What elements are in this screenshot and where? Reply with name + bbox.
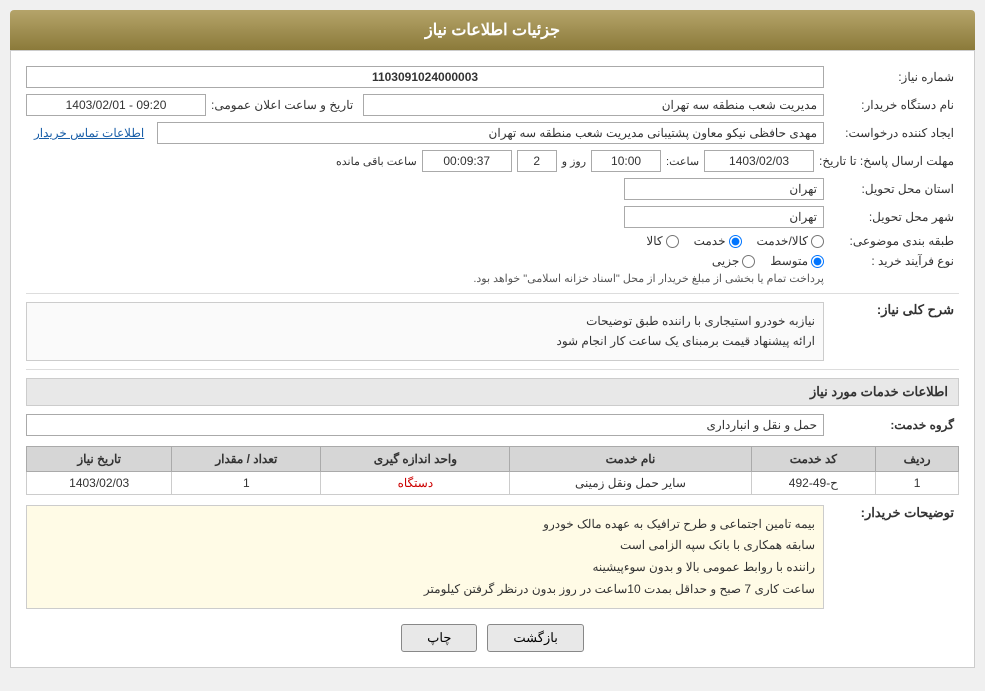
button-row: بازگشت چاپ <box>26 624 959 652</box>
value-shahr: تهران <box>624 206 824 228</box>
label-kala: کالا <box>646 234 662 248</box>
label-noeFarayand: نوع فرآیند خرید : <box>829 254 959 268</box>
value-grouhKhadamat: حمل و نقل و انبارداری <box>26 414 824 436</box>
label-ostan: استان محل تحویل: <box>829 182 959 196</box>
table-row: 1 ح-49-492 سایر حمل ونقل زمینی دستگاه 1 … <box>27 471 959 494</box>
label-motavaset: متوسط <box>770 254 808 268</box>
value-mohlat-date: 1403/02/03 <box>704 150 814 172</box>
td-namKhadamat: سایر حمل ونقل زمینی <box>510 471 751 494</box>
radio-kala-khadamat-input[interactable] <box>811 235 824 248</box>
sharh-line1: نیازبه خودرو استیجاری با راننده طبق توضی… <box>35 311 815 331</box>
label-shahr: شهر محل تحویل: <box>829 210 959 224</box>
chap-button[interactable]: چاپ <box>401 624 477 652</box>
radio-motavaset[interactable]: متوسط <box>770 254 824 268</box>
th-vahed: واحد اندازه گیری <box>321 446 510 471</box>
label-namDastgah: نام دستگاه خریدار: <box>829 98 959 112</box>
th-tedad: تعداد / مقدار <box>172 446 321 471</box>
radio-kala[interactable]: کالا <box>646 234 678 248</box>
label-ijadKonande: ایجاد کننده درخواست: <box>829 126 959 140</box>
tozihat-line4: ساعت کاری 7 صبح و حداقل بمدت 10ساعت در ر… <box>35 579 815 601</box>
value-mohlat-baghi: 00:09:37 <box>422 150 512 172</box>
radio-kala-input[interactable] <box>666 235 679 248</box>
label-tozihat: توضیحات خریدار: <box>829 505 959 521</box>
link-etelaatTamas[interactable]: اطلاعات تماس خریدار <box>26 126 152 140</box>
label-mohlat: مهلت ارسال پاسخ: تا تاریخ: <box>819 154 959 168</box>
label-tarikh: تاریخ و ساعت اعلان عمومی: <box>211 98 358 112</box>
value-mohlat-saat: 10:00 <box>591 150 661 172</box>
label-grouhKhadamat: گروه خدمت: <box>829 418 959 432</box>
td-kodKhadamat: ح-49-492 <box>751 471 876 494</box>
tozihat-line2: سابقه همکاری با بانک سپه الزامی است <box>35 535 815 557</box>
value-mohlat-roz: 2 <box>517 150 557 172</box>
label-mohlat-baghi: ساعت باقی مانده <box>336 155 417 168</box>
label-tabaghe: طبقه بندی موضوعی: <box>829 234 959 248</box>
td-vahed: دستگاه <box>321 471 510 494</box>
radio-khadamat[interactable]: خدمت <box>694 234 742 248</box>
value-shomareNiaz: 1103091024000003 <box>26 66 824 88</box>
radio-khadamat-input[interactable] <box>729 235 742 248</box>
td-tedad: 1 <box>172 471 321 494</box>
sharh-kolli-box: نیازبه خودرو استیجاری با راننده طبق توضی… <box>26 302 824 361</box>
td-radif: 1 <box>876 471 959 494</box>
value-ijadKonande: مهدی حافظی نیکو معاون پشتیبانی مدیریت شع… <box>157 122 824 144</box>
td-tarikh: 1403/02/03 <box>27 471 172 494</box>
label-mohlat-roz: روز و <box>562 155 586 168</box>
noeFarayand-description: پرداخت تمام یا بخشی از مبلغ خریدار از مح… <box>26 272 824 285</box>
service-table: ردیف کد خدمت نام خدمت واحد اندازه گیری ت… <box>26 446 959 495</box>
tabaghe-radio-group: کالا/خدمت خدمت کالا <box>646 234 824 248</box>
value-ostan: تهران <box>624 178 824 200</box>
th-kodKhadamat: کد خدمت <box>751 446 876 471</box>
value-namDastgah: مدیریت شعب منطقه سه تهران <box>363 94 824 116</box>
label-mohlat-saat: ساعت: <box>666 155 699 168</box>
sharh-line2: ارائه پیشنهاد قیمت برمبنای یک ساعت کار ا… <box>35 331 815 351</box>
th-namKhadamat: نام خدمت <box>510 446 751 471</box>
label-kala-khadamat: کالا/خدمت <box>757 234 808 248</box>
tozihat-line3: راننده با روابط عمومی بالا و بدون سوءپیش… <box>35 557 815 579</box>
th-radif: ردیف <box>876 446 959 471</box>
radio-motavaset-input[interactable] <box>811 255 824 268</box>
bazgasht-button[interactable]: بازگشت <box>487 624 583 652</box>
th-tarikh: تاریخ نیاز <box>27 446 172 471</box>
noeFarayand-radio-group: متوسط جزیی <box>26 254 824 268</box>
label-khadamat: خدمت <box>694 234 726 248</box>
radio-kala-khadamat[interactable]: کالا/خدمت <box>757 234 824 248</box>
radio-jozi[interactable]: جزیی <box>712 254 755 268</box>
label-jozi: جزیی <box>712 254 739 268</box>
radio-jozi-input[interactable] <box>742 255 755 268</box>
label-sharhKolli: شرح کلی نیاز: <box>829 302 959 318</box>
section-khadamat: اطلاعات خدمات مورد نیاز <box>26 378 959 406</box>
tozihat-line1: بیمه تامین اجتماعی و طرح ترافیک به عهده … <box>35 514 815 536</box>
buyer-notes-box: بیمه تامین اجتماعی و طرح ترافیک به عهده … <box>26 505 824 609</box>
label-shomareNiaz: شماره نیاز: <box>829 70 959 84</box>
value-tarikh: 1403/02/01 - 09:20 <box>26 94 206 116</box>
page-title: جزئیات اطلاعات نیاز <box>10 10 975 50</box>
